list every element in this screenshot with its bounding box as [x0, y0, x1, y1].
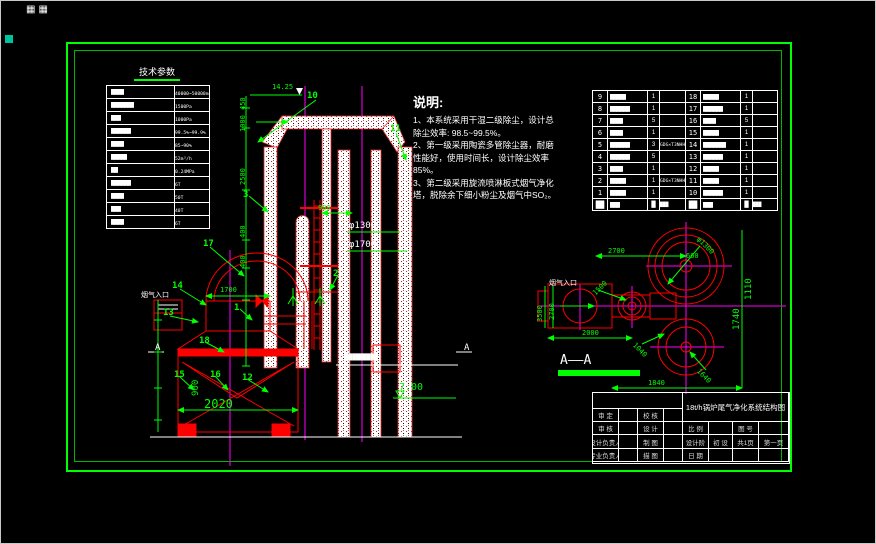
part-balloon-2: 2	[333, 269, 339, 279]
dim-1700: 1700	[220, 286, 237, 294]
dim-2700-left: 2700	[548, 303, 556, 320]
part-balloon-12: 12	[242, 373, 253, 383]
dim-1500: 1500	[591, 279, 609, 297]
part-balloon-17: 17	[203, 239, 214, 249]
dim-2020: 2020	[204, 397, 233, 411]
elev-7-00: 7.00	[399, 382, 424, 393]
cad-screen: { "colors":{"frame_green":"#00ff00","lin…	[0, 0, 876, 544]
part-balloon-11: 11	[390, 124, 401, 134]
part-balloon-3: 3	[243, 190, 249, 200]
dim-1040: 1040	[631, 341, 649, 359]
dim-14-25: 14.25	[272, 83, 294, 91]
dim-450: 450	[239, 97, 247, 110]
dim-1840: 1840	[648, 379, 665, 387]
dim-1740: 1740	[732, 308, 742, 330]
dim-400a: 400	[239, 225, 247, 238]
part-balloon-18: 18	[199, 336, 210, 346]
dim-400b: 400	[239, 255, 247, 268]
dim-1640: 1640	[695, 367, 713, 385]
section-title: A——A	[560, 353, 592, 368]
part-balloon-1: 1	[234, 303, 240, 313]
part-balloon-16: 16	[210, 370, 221, 380]
label-gas-inlet-section: 烟气入口	[549, 279, 577, 287]
dim-1110: 1110	[744, 278, 754, 300]
annotation-layer: 14.25 450 1000 2500 400 400 900 φ1300 φ1700 1700 2…	[0, 0, 876, 544]
dim-3500: 3500	[536, 305, 544, 322]
dim-2700-top: 2700	[608, 247, 625, 255]
dim-900h: 900	[318, 204, 331, 212]
dim-1000: 1000	[239, 115, 247, 132]
section-mark-a-right: A	[464, 343, 470, 353]
part-balloon-13: 13	[163, 308, 174, 318]
dim-2500: 2500	[239, 168, 247, 185]
part-balloon-15: 15	[174, 370, 185, 380]
part-balloon-14: 14	[172, 281, 183, 291]
label-gas-inlet-main: 烟气入口	[141, 291, 169, 299]
part-balloon-10: 10	[307, 91, 318, 101]
label-outlet-blocks: █████████	[345, 354, 378, 361]
dim-phi1300: φ1300	[349, 221, 377, 231]
dim-phi1700: φ1700	[349, 240, 377, 250]
section-mark-a-left: A	[155, 343, 161, 353]
dim-900v: 900	[191, 379, 201, 396]
dim-660: 660	[686, 252, 699, 260]
dim-2000: 2000	[582, 329, 599, 337]
